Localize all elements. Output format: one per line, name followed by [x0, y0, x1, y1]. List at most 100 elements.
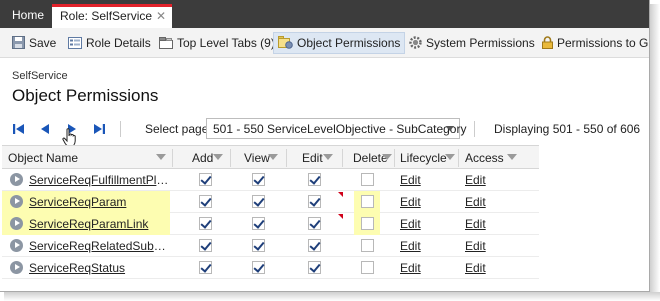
role-details-label: Role Details [86, 36, 151, 50]
access-edit-link[interactable]: Edit [465, 173, 486, 187]
column-divider [342, 149, 343, 167]
view-checkbox[interactable] [252, 195, 265, 208]
previous-page-icon[interactable] [39, 123, 53, 135]
breadcrumb[interactable]: SelfService [12, 70, 68, 82]
column-divider [286, 149, 287, 167]
add-checkbox[interactable] [199, 195, 212, 208]
edit-checkbox[interactable] [308, 217, 321, 230]
view-checkbox[interactable] [252, 261, 265, 274]
header-object-name[interactable]: Object Name [8, 151, 78, 165]
column-divider [230, 149, 231, 167]
expand-arrow-icon[interactable] [10, 239, 23, 252]
access-edit-link[interactable]: Edit [465, 239, 486, 253]
tabs-icon [159, 36, 173, 49]
table-row: ServiceReqParamLink Edit Edit [2, 213, 539, 235]
view-checkbox[interactable] [252, 239, 265, 252]
select-page-label: Select page [145, 122, 209, 136]
filter-icon[interactable] [382, 154, 392, 160]
lifecycle-edit-link[interactable]: Edit [400, 239, 421, 253]
header-add[interactable]: Add [192, 151, 213, 165]
filter-icon[interactable] [507, 154, 517, 160]
header-view[interactable]: View [244, 151, 270, 165]
lifecycle-edit-link[interactable]: Edit [400, 261, 421, 275]
last-page-icon[interactable] [92, 123, 106, 135]
grid-body: ServiceReqFulfillmentPlan... Edit Edit Serv… [2, 169, 539, 279]
changed-marker [338, 214, 343, 219]
access-edit-link[interactable]: Edit [465, 261, 486, 275]
close-icon[interactable]: ✕ [156, 9, 166, 23]
delete-checkbox[interactable] [361, 261, 374, 274]
toolbar: Save Role Details Top Level Tabs (9) Obj… [0, 28, 649, 58]
edit-checkbox[interactable] [308, 261, 321, 274]
filter-icon[interactable] [156, 154, 166, 160]
page-select-value: 501 - 550 ServiceLevelObjective - SubCat… [213, 122, 467, 136]
edit-checkbox[interactable] [308, 173, 321, 186]
access-edit-link[interactable]: Edit [465, 195, 486, 209]
expand-arrow-icon[interactable] [10, 217, 23, 230]
table-row: ServiceReqRelatedSubscr... Edit Edit [2, 235, 539, 257]
add-checkbox[interactable] [199, 261, 212, 274]
top-level-tabs-button[interactable]: Top Level Tabs (9) [155, 32, 279, 54]
add-checkbox[interactable] [199, 173, 212, 186]
add-checkbox[interactable] [199, 217, 212, 230]
delete-checkbox[interactable] [361, 217, 374, 230]
first-page-icon[interactable] [12, 123, 26, 135]
header-lifecycle[interactable]: Lifecycle [400, 151, 447, 165]
expand-arrow-icon[interactable] [10, 195, 23, 208]
role-details-button[interactable]: Role Details [64, 32, 155, 54]
object-name-link[interactable]: ServiceReqParamLink [29, 217, 169, 231]
delete-cell [354, 169, 380, 191]
expand-arrow-icon[interactable] [10, 261, 23, 274]
object-name-link[interactable]: ServiceReqStatus [29, 261, 169, 275]
view-checkbox[interactable] [252, 217, 265, 230]
lifecycle-edit-link[interactable]: Edit [400, 195, 421, 209]
lock-icon [542, 36, 553, 50]
grid-header: Object Name Add View Edit Delete Lifecyc… [2, 145, 539, 169]
edit-checkbox[interactable] [308, 195, 321, 208]
tab-bar: Home Role: SelfService ✕ [0, 0, 649, 28]
object-permissions-label: Object Permissions [297, 36, 401, 50]
delete-checkbox[interactable] [361, 239, 374, 252]
system-permissions-label: System Permissions [426, 36, 535, 50]
expand-arrow-icon[interactable] [10, 173, 23, 186]
top-level-tabs-label: Top Level Tabs (9) [177, 36, 275, 50]
column-divider [172, 149, 173, 167]
filter-icon[interactable] [213, 154, 223, 160]
delete-cell [354, 257, 380, 279]
page-select[interactable]: 501 - 550 ServiceLevelObjective - SubCat… [206, 118, 466, 139]
column-divider [394, 149, 395, 167]
window-shadow [650, 4, 660, 301]
header-edit[interactable]: Edit [302, 151, 323, 165]
save-button[interactable]: Save [8, 32, 60, 54]
delete-checkbox[interactable] [361, 173, 374, 186]
filter-icon[interactable] [268, 154, 278, 160]
header-access[interactable]: Access [465, 151, 504, 165]
object-permissions-button[interactable]: Object Permissions [273, 32, 406, 54]
tab-home[interactable]: Home [4, 4, 52, 28]
details-grid-icon [68, 36, 82, 49]
delete-cell [354, 235, 380, 257]
delete-checkbox[interactable] [361, 195, 374, 208]
filter-icon[interactable] [445, 154, 455, 160]
filter-icon[interactable] [323, 154, 333, 160]
edit-checkbox[interactable] [308, 239, 321, 252]
gear-icon [409, 36, 422, 50]
column-divider [458, 149, 459, 167]
table-row: ServiceReqStatus Edit Edit [2, 257, 539, 279]
table-row: ServiceReqFulfillmentPlan... Edit Edit [2, 169, 539, 191]
window-shadow [4, 292, 660, 301]
object-name-link[interactable]: ServiceReqParam [29, 195, 169, 209]
delete-cell [354, 213, 380, 235]
tab-home-label: Home [12, 8, 45, 22]
delete-cell [354, 191, 380, 213]
access-edit-link[interactable]: Edit [465, 217, 486, 231]
lifecycle-edit-link[interactable]: Edit [400, 173, 421, 187]
add-checkbox[interactable] [199, 239, 212, 252]
permissions-to-button[interactable]: Permissions to G [538, 32, 649, 54]
object-name-link[interactable]: ServiceReqFulfillmentPlan... [29, 173, 169, 187]
view-checkbox[interactable] [252, 173, 265, 186]
lifecycle-edit-link[interactable]: Edit [400, 217, 421, 231]
object-name-link[interactable]: ServiceReqRelatedSubscr... [29, 239, 169, 253]
system-permissions-button[interactable]: System Permissions [405, 32, 539, 54]
tab-role-selfservice[interactable]: Role: SelfService ✕ [52, 4, 173, 28]
